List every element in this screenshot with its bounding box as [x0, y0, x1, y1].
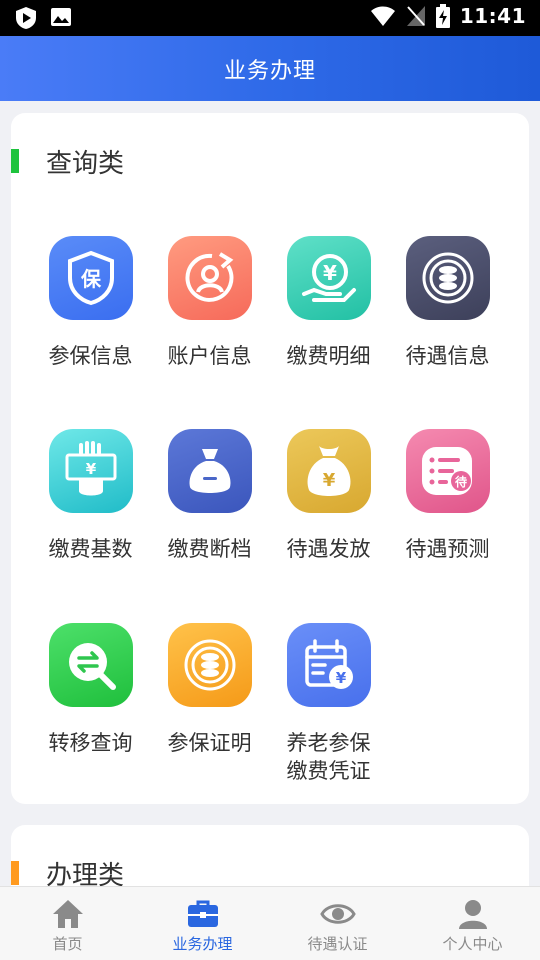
query-card: 查询类 保 参保信息 账户信息 ¥ 缴费明细 待遇信息 ¥ 缴费基数 缴费断档 … [11, 113, 529, 804]
money-bag-icon [167, 429, 252, 513]
tile-label: 养老参保 缴费凭证 [269, 729, 388, 785]
yuan-sack-icon: ¥ [286, 429, 371, 513]
account-cycle-icon [167, 236, 252, 320]
tile-benefit-payout[interactable]: ¥ 待遇发放 [269, 429, 388, 563]
yuan-hand-icon: ¥ [286, 236, 371, 320]
tile-account-info[interactable]: 账户信息 [150, 236, 269, 370]
home-icon [0, 897, 135, 931]
hand-bill-icon: ¥ [48, 429, 133, 513]
tab-label: 业务办理 [172, 935, 233, 953]
tab-business[interactable]: 业务办理 [135, 887, 270, 960]
transfer-search-icon [48, 623, 133, 707]
shield-play-icon [16, 7, 36, 29]
tile-label: 账户信息 [167, 344, 252, 368]
tile-label: 待遇信息 [405, 344, 490, 368]
tile-label: 缴费断档 [167, 537, 252, 561]
tile-payment-gap[interactable]: 缴费断档 [150, 429, 269, 563]
tab-home[interactable]: 首页 [0, 887, 135, 960]
tab-label: 个人中心 [442, 935, 503, 953]
tab-label: 首页 [52, 935, 83, 953]
bottom-tab-bar: 首页 业务办理 待遇认证 个人中心 [0, 886, 540, 960]
tile-pension-payment-voucher[interactable]: ¥ 养老参保 缴费凭证 [269, 623, 388, 785]
battery-charging-icon [435, 4, 450, 28]
status-left [14, 6, 72, 30]
tab-benefit-auth[interactable]: 待遇认证 [270, 887, 405, 960]
section-accent-bar [11, 149, 19, 173]
image-icon [51, 8, 71, 26]
calendar-yuan-icon: ¥ [286, 623, 371, 707]
tile-label: 参保证明 [167, 731, 252, 755]
svg-text:¥: ¥ [85, 460, 96, 478]
section-title-query: 查询类 [46, 149, 125, 179]
svg-text:待: 待 [454, 474, 466, 489]
tile-insurance-info[interactable]: 保 参保信息 [31, 236, 150, 370]
tile-label-line2: 缴费凭证 [286, 759, 371, 783]
shield-bao-icon: 保 [48, 236, 133, 320]
coin-stack-icon [405, 236, 490, 320]
tile-label: 转移查询 [48, 731, 133, 755]
status-right: 11:41 [370, 4, 526, 28]
status-bar: 11:41 [0, 0, 540, 36]
tile-label: 参保信息 [48, 344, 133, 368]
tile-label: 待遇发放 [286, 537, 371, 561]
svg-text:保: 保 [80, 267, 102, 291]
tab-label: 待遇认证 [307, 935, 368, 953]
forecast-list-icon: 待 [405, 429, 490, 513]
no-signal-icon [406, 6, 425, 26]
tile-label: 缴费基数 [48, 537, 133, 561]
tile-benefit-forecast[interactable]: 待 待遇预测 [388, 429, 507, 563]
briefcase-icon [135, 897, 270, 931]
eye-icon [270, 897, 405, 931]
tile-label-line1: 养老参保 [286, 731, 371, 755]
page-title: 业务办理 [223, 58, 316, 84]
tile-transfer-query[interactable]: 转移查询 [31, 623, 150, 757]
svg-text:¥: ¥ [323, 261, 337, 285]
tile-payment-base[interactable]: ¥ 缴费基数 [31, 429, 150, 563]
wifi-icon [370, 6, 395, 26]
status-time: 11:41 [459, 4, 526, 28]
tile-benefit-info[interactable]: 待遇信息 [388, 236, 507, 370]
svg-text:¥: ¥ [335, 669, 346, 687]
tile-label: 缴费明细 [286, 344, 371, 368]
tile-insurance-certificate[interactable]: 参保证明 [150, 623, 269, 757]
coin-certificate-icon [167, 623, 252, 707]
tab-personal[interactable]: 个人中心 [405, 887, 540, 960]
svg-text:¥: ¥ [322, 470, 335, 491]
tile-payment-detail[interactable]: ¥ 缴费明细 [269, 236, 388, 370]
person-icon [405, 897, 540, 931]
section-accent-bar [11, 861, 19, 885]
app-bar: 业务办理 [0, 36, 540, 101]
tile-label: 待遇预测 [405, 537, 490, 561]
